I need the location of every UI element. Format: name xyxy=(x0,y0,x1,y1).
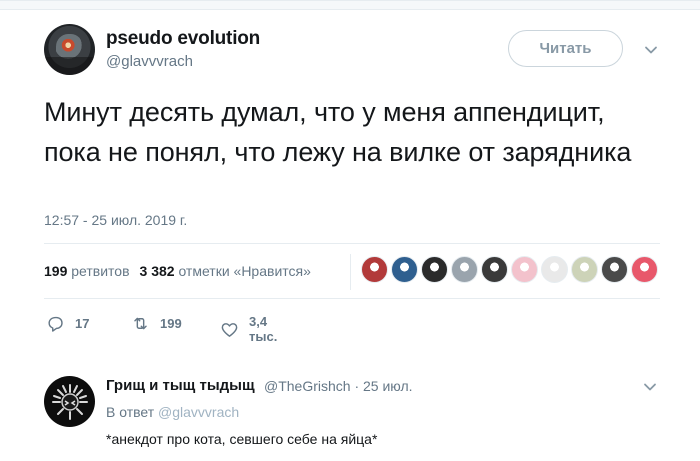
liker-avatar-1[interactable] xyxy=(361,256,388,283)
retweets-label: ретвитов xyxy=(71,263,130,279)
like-button[interactable]: 3,4 тыс. xyxy=(220,314,277,344)
likes-count: 3 382 xyxy=(139,263,175,279)
heart-icon xyxy=(220,320,239,339)
liker-avatar-4[interactable] xyxy=(451,256,478,283)
section-divider xyxy=(0,0,700,10)
reply-author-avatar[interactable] xyxy=(44,376,95,427)
reply-to-prefix: В ответ xyxy=(106,404,155,420)
reply-count: 17 xyxy=(75,316,90,331)
author-avatar[interactable] xyxy=(44,24,95,75)
stats-separator xyxy=(350,254,351,290)
reply-button[interactable]: 17 xyxy=(46,314,89,333)
liker-avatar-3[interactable] xyxy=(421,256,448,283)
reply-to-handle[interactable]: @glavvvrach xyxy=(158,404,239,420)
reply-date[interactable]: · 25 июл. xyxy=(354,378,412,394)
likes-label: отметки «Нравится» xyxy=(178,263,311,279)
reply-author-handle[interactable]: @TheGrishch xyxy=(264,378,351,394)
liker-avatar-8[interactable] xyxy=(571,256,598,283)
liker-avatars xyxy=(361,256,658,286)
retweet-button[interactable]: 199 xyxy=(131,314,182,333)
reply-author-name[interactable]: Грищ и тыщ тыдыщ xyxy=(106,377,255,394)
likes-stat[interactable]: 3 382 отметки «Нравится» xyxy=(140,263,311,279)
liker-avatar-2[interactable] xyxy=(391,256,418,283)
liker-avatar-5[interactable] xyxy=(481,256,508,283)
reply-icon xyxy=(46,314,65,333)
author-name[interactable]: pseudo evolution xyxy=(106,28,260,50)
retweets-count: 199 xyxy=(44,263,68,279)
tweet-text: Минут десять думал, что у меня аппендици… xyxy=(44,97,632,167)
tweet-stats: 199 ретвитов 3 382 отметки «Нравится» xyxy=(44,263,311,279)
follow-button[interactable]: Читать xyxy=(508,30,623,67)
chevron-down-icon[interactable] xyxy=(644,43,658,57)
reply-text: *анекдот про кота, севшего себе на яйца* xyxy=(106,431,378,447)
author-handle[interactable]: @glavvvrach xyxy=(106,53,193,70)
retweet-count: 199 xyxy=(160,316,182,331)
liker-avatar-7[interactable] xyxy=(541,256,568,283)
chevron-down-icon[interactable] xyxy=(643,380,657,394)
retweet-icon xyxy=(131,314,150,333)
divider xyxy=(44,243,660,244)
reply-meta: @TheGrishch · 25 июл. xyxy=(264,378,413,394)
liker-avatar-10[interactable] xyxy=(631,256,658,283)
reply-to-line: В ответ @glavvvrach xyxy=(106,404,239,420)
retweets-stat[interactable]: 199 ретвитов xyxy=(44,263,130,279)
liker-avatar-9[interactable] xyxy=(601,256,628,283)
like-count: 3,4 тыс. xyxy=(249,314,278,344)
liker-avatar-6[interactable] xyxy=(511,256,538,283)
divider xyxy=(44,298,660,299)
spiky-emblem-icon xyxy=(51,383,88,420)
tweet-timestamp[interactable]: 12:57 - 25 июл. 2019 г. xyxy=(44,212,187,228)
